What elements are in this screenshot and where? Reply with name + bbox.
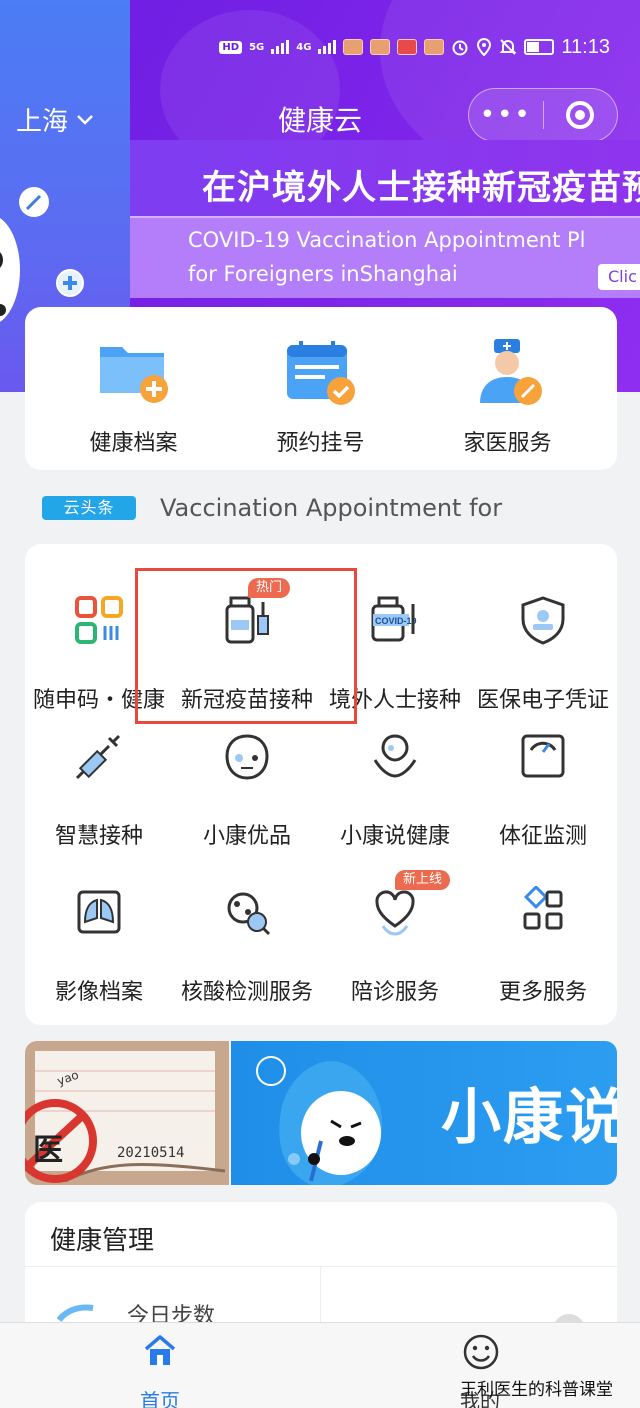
quick-item-family-doctor[interactable]: 家医服务: [409, 307, 606, 470]
service-insurance[interactable]: 医保电子凭证: [469, 594, 617, 734]
grid-more-icon: [523, 886, 563, 930]
service-xiaokang-health[interactable]: 小康说健康: [321, 730, 469, 870]
signal-bars-icon: [318, 40, 337, 54]
banner-title-cn: 在沪境外人士接种新冠疫苗预: [202, 168, 640, 208]
mascot-illustration: [0, 218, 20, 322]
scale-gauge-icon: [521, 734, 565, 778]
vaccine-banner-cn[interactable]: 在沪境外人士接种新冠疫苗预: [130, 140, 640, 216]
service-imaging-records[interactable]: 影像档案: [25, 886, 173, 1026]
carousel-dot: [328, 1153, 340, 1165]
banner-click-button[interactable]: Clic: [598, 264, 640, 290]
location-icon: [477, 38, 492, 56]
service-label: 核酸检测服务: [180, 980, 313, 1005]
notification-app-icon: [370, 39, 391, 55]
steps-icon: [56, 1304, 94, 1322]
news-text: Vaccination Appointment for: [160, 494, 503, 522]
service-vital-signs[interactable]: 体征监测: [469, 730, 617, 870]
service-label: 陪诊服务: [350, 980, 439, 1005]
service-label: 影像档案: [54, 980, 143, 1005]
promo-banner-left[interactable]: yao 医 20210514: [25, 1041, 229, 1185]
more-menu-button[interactable]: •••: [469, 100, 543, 130]
signal-4g-label: 4G: [296, 41, 312, 53]
quick-item-appointment[interactable]: 预约挂号: [222, 307, 419, 470]
carousel-dot: [288, 1153, 300, 1165]
medical-cross-icon: [56, 269, 84, 297]
tab-home-label: 首页: [140, 1389, 180, 1408]
battery-icon: [524, 39, 555, 55]
svg-text:COVID-19: COVID-19: [375, 616, 417, 626]
qr-code-icon: [75, 596, 123, 644]
carousel-indicator: [288, 1153, 340, 1165]
banner-title-en-line2: for Foreigners inShanghai: [188, 262, 458, 286]
covid19-vaccine-icon: COVID-19: [371, 596, 417, 642]
carousel-dot-active: [308, 1153, 320, 1165]
syringe-icon: [75, 734, 121, 780]
target-icon: [566, 101, 595, 129]
calendar-check-icon: [286, 341, 355, 405]
news-tag: 云头条: [42, 496, 136, 520]
divider: [25, 1266, 617, 1267]
banner-title-en-line1: COVID-19 Vaccination Appointment Pl: [188, 228, 586, 252]
status-time: 11:13: [561, 35, 610, 58]
vaccine-banner-en[interactable]: COVID-19 Vaccination Appointment Pl for …: [130, 216, 640, 298]
watermark-text: 王利医生的科普课堂: [460, 1380, 613, 1400]
service-companion[interactable]: 陪诊服务: [321, 886, 469, 1026]
folder-plus-icon: [99, 347, 168, 403]
service-smart-vaccination[interactable]: 智慧接种: [25, 730, 173, 870]
promo-left-glyph: 医: [33, 1133, 63, 1168]
service-label: 体征监测: [498, 824, 587, 849]
quick-item-label: 家医服务: [463, 431, 552, 456]
service-nucleic-test[interactable]: 核酸检测服务: [173, 886, 321, 1026]
signal-5g-label: 5G: [249, 41, 265, 53]
close-miniprogram-button[interactable]: [544, 101, 618, 129]
quick-item-label: 健康档案: [89, 431, 178, 456]
microphone-icon: [397, 39, 418, 55]
service-more[interactable]: 更多服务: [469, 886, 617, 1026]
doctor-icon: [479, 339, 542, 405]
tab-home[interactable]: 首页: [120, 1331, 200, 1408]
miniprogram-capsule: •••: [468, 88, 618, 142]
notification-app-icon: [343, 39, 364, 55]
news-headline[interactable]: 云头条 Vaccination Appointment for: [42, 494, 612, 524]
mascot-face-icon: [225, 734, 269, 780]
service-label: 小康优品: [202, 824, 291, 849]
quick-services-card: 健康档案 预约挂号 家医服务: [25, 307, 617, 470]
new-badge: 新上线: [395, 870, 451, 890]
service-label: 医保电子凭证: [476, 688, 609, 713]
heart-hands-icon: [375, 890, 415, 936]
mute-bell-icon: [500, 39, 517, 55]
home-icon: [144, 1335, 176, 1365]
promo-date: 20210514: [117, 1145, 185, 1161]
hd-badge: HD: [219, 40, 243, 54]
shield-id-icon: [521, 596, 565, 645]
syringe-badge-icon: [19, 187, 49, 217]
lungs-xray-icon: [77, 890, 121, 934]
status-bar: HD 5G 4G 11:13: [219, 30, 610, 64]
promo-right-title: 小康说: [441, 1083, 617, 1153]
quick-item-health-records[interactable]: 健康档案: [35, 307, 232, 470]
service-label: 更多服务: [498, 980, 587, 1005]
service-label: 小康说健康: [339, 824, 450, 849]
smiley-icon: [463, 1334, 499, 1370]
alarm-icon: [452, 40, 468, 56]
signal-bars-icon: [271, 40, 290, 54]
highlight-box: [135, 568, 357, 724]
virus-search-icon: [227, 892, 271, 936]
service-label: 智慧接种: [54, 824, 143, 849]
notification-app-icon: [424, 39, 445, 55]
health-management-title: 健康管理: [50, 1226, 155, 1256]
service-xiaokang-products[interactable]: 小康优品: [173, 730, 321, 870]
quick-item-label: 预约挂号: [276, 431, 365, 456]
mascot-hands-icon: [373, 734, 417, 778]
